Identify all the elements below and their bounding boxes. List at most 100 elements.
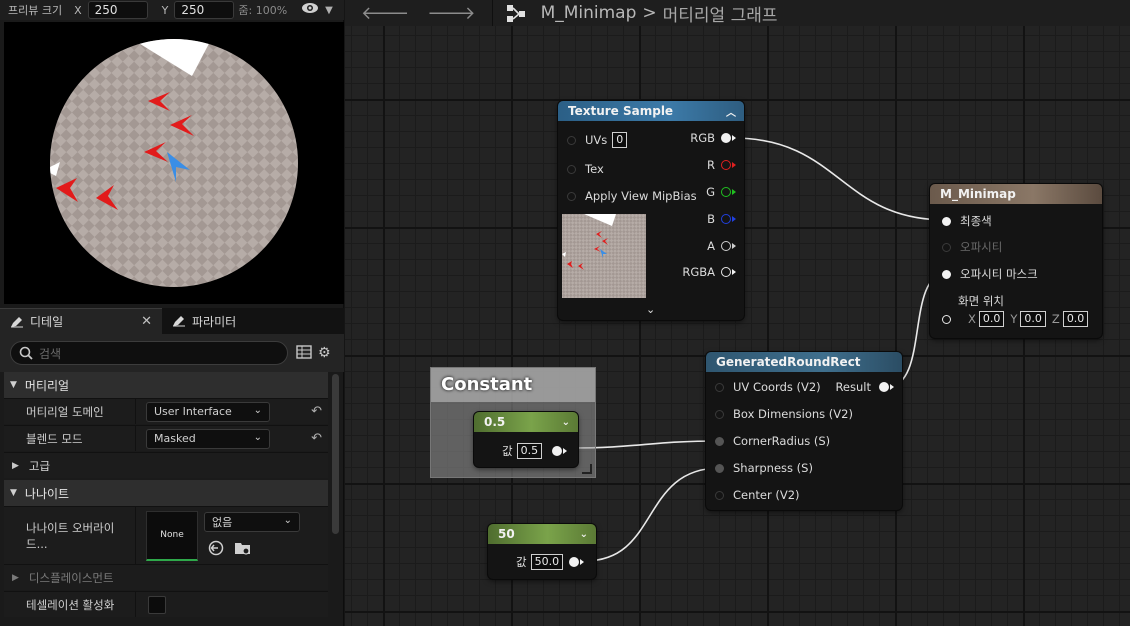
pin-mipbias[interactable]: Apply View MipBias: [567, 188, 697, 204]
asset-thumbnail[interactable]: None: [146, 510, 198, 561]
details-search-row: 검색 ⚙: [0, 334, 344, 372]
z-value-box[interactable]: 0.0: [1062, 311, 1089, 327]
pin-result[interactable]: Result: [835, 379, 894, 395]
chevron-down-icon[interactable]: ⌄: [562, 417, 570, 428]
section-nanite[interactable]: ▼ 나나이트: [4, 480, 328, 506]
pin-tex[interactable]: Tex: [567, 161, 604, 177]
table-view-icon[interactable]: [296, 345, 312, 361]
pin-screen-position[interactable]: X 0.0 Y 0.0 Z 0.0: [942, 311, 1089, 327]
settings-gear-icon[interactable]: ⚙: [318, 345, 334, 361]
chevron-down-icon: ⌄: [253, 431, 262, 443]
result-node-header[interactable]: M_Minimap: [930, 184, 1102, 204]
breadcrumb-asset[interactable]: M_Minimap: [541, 3, 637, 23]
pin-arrow-icon: [563, 448, 568, 454]
y-value-box[interactable]: 0.0: [1020, 311, 1046, 327]
constant-node-50[interactable]: 50 ⌄ 값 50.0: [488, 524, 596, 579]
section-displacement[interactable]: ▶ 디스플레이스먼트: [4, 564, 328, 590]
pin-g[interactable]: G: [706, 184, 736, 200]
pin-corner-radius[interactable]: CornerRadius (S): [715, 433, 830, 449]
close-icon[interactable]: ✕: [141, 314, 152, 329]
material-domain-dropdown[interactable]: User Interface ⌄: [146, 401, 270, 422]
pin-icon[interactable]: [569, 557, 580, 567]
pin-icon: [721, 133, 731, 143]
pin-icon: [721, 267, 731, 277]
pin-sharpness[interactable]: Sharpness (S): [715, 460, 813, 476]
pin-rgba[interactable]: RGBA: [682, 264, 736, 280]
pin-final-color[interactable]: 최종색: [942, 213, 992, 229]
pin-box-dimensions[interactable]: Box Dimensions (V2): [715, 406, 853, 422]
reset-arrow-icon[interactable]: ↶: [311, 404, 322, 419]
preview-viewport[interactable]: [4, 22, 344, 304]
pin-r[interactable]: R: [707, 157, 736, 173]
pin-screen-position-label: 화면 위치: [958, 294, 1004, 308]
resize-grip-icon[interactable]: [582, 464, 592, 474]
property-row-tessellation: 테셀레이션 활성화: [4, 591, 328, 617]
search-icon: [19, 346, 33, 360]
pin-icon[interactable]: [552, 446, 563, 456]
uvs-value-box[interactable]: 0: [612, 132, 628, 148]
pin-b[interactable]: B: [707, 211, 736, 227]
pin-a[interactable]: A: [707, 238, 736, 254]
collapse-arrow-icon: ▼: [10, 488, 17, 498]
preview-x-input[interactable]: 250: [87, 1, 148, 19]
nanite-override-dropdown[interactable]: 없음 ⌄: [204, 512, 300, 532]
generated-round-rect-node[interactable]: GeneratedRoundRect UV Coords (V2) Box Di…: [706, 352, 902, 510]
constant-value-box[interactable]: 50.0: [530, 554, 564, 570]
pin-tex-label: Tex: [585, 162, 604, 176]
result-node-title: M_Minimap: [940, 187, 1016, 201]
chevron-down-icon[interactable]: ▼: [325, 5, 333, 16]
pin-icon: [721, 187, 731, 197]
reset-arrow-icon[interactable]: ↶: [311, 431, 322, 446]
tessellation-checkbox[interactable]: [148, 595, 166, 614]
comment-title[interactable]: Constant: [431, 368, 595, 402]
pin-icon: [942, 269, 951, 279]
constant-value-row: 값 50.0: [516, 554, 585, 570]
pin-rgb[interactable]: RGB: [690, 130, 736, 146]
pin-uv-coords[interactable]: UV Coords (V2): [715, 379, 821, 395]
section-material[interactable]: ▼ 머티리얼: [4, 372, 328, 398]
details-scrollbar[interactable]: [332, 374, 339, 534]
pin-opacity[interactable]: 오파시티: [942, 239, 1002, 255]
search-placeholder: 검색: [39, 346, 62, 361]
graph-icon: [506, 5, 525, 22]
preview-y-input[interactable]: 250: [174, 1, 235, 19]
tab-parameters[interactable]: 파라미터: [162, 308, 246, 334]
pin-uv-coords-label: UV Coords (V2): [733, 380, 821, 394]
pin-opacity-mask[interactable]: 오파시티 마스크: [942, 266, 1038, 282]
z-label: Z: [1051, 312, 1060, 326]
material-result-node[interactable]: M_Minimap 최종색 오파시티 오파시티 마스크 화면 위치 X 0.0 …: [930, 184, 1102, 338]
pin-arrow-icon: [732, 135, 736, 141]
constant-node-title: 50: [498, 527, 515, 541]
pin-uvs[interactable]: UVs 0: [567, 132, 628, 148]
eye-icon[interactable]: [301, 2, 319, 18]
pin-b-label: B: [707, 212, 715, 226]
constant-value-box[interactable]: 0.5: [516, 443, 543, 459]
search-input[interactable]: 검색: [10, 341, 288, 365]
section-advanced[interactable]: ▶ 고급: [4, 452, 328, 478]
x-value-box[interactable]: 0.0: [978, 311, 1005, 327]
property-row-blend: 블렌드 모드 Masked ⌄ ↶: [4, 425, 328, 451]
pin-arrow-icon: [580, 559, 585, 565]
texture-sample-node[interactable]: Texture Sample ︿ UVs 0 Tex Apply View Mip…: [558, 101, 744, 320]
preview-x-label: X: [74, 3, 82, 17]
divider: [491, 0, 493, 26]
forward-arrow-icon[interactable]: 🡒: [427, 3, 475, 24]
pin-arrow-icon: [732, 189, 736, 195]
constant-value-row: 값 0.5: [502, 443, 568, 459]
chevron-down-icon[interactable]: ⌄: [580, 529, 588, 540]
constant-node-header[interactable]: 0.5 ⌄: [474, 412, 578, 432]
preview-y-label: Y: [161, 3, 169, 17]
tab-details[interactable]: 디테일 ✕: [0, 308, 162, 334]
chevron-up-icon[interactable]: ︿: [726, 104, 736, 119]
texture-sample-header[interactable]: Texture Sample ︿: [558, 101, 744, 121]
use-selected-icon[interactable]: [208, 540, 224, 559]
constant-node-header[interactable]: 50 ⌄: [488, 524, 596, 544]
back-arrow-icon[interactable]: 🡐: [361, 3, 409, 24]
chevron-down-icon[interactable]: ⌄: [646, 303, 655, 316]
blend-mode-dropdown[interactable]: Masked ⌄: [146, 428, 270, 449]
browse-folder-icon[interactable]: [234, 540, 252, 559]
pin-center[interactable]: Center (V2): [715, 487, 800, 503]
pin-icon: [879, 382, 889, 392]
round-rect-header[interactable]: GeneratedRoundRect: [706, 352, 902, 372]
constant-node-0.5[interactable]: 0.5 ⌄ 값 0.5: [474, 412, 578, 467]
